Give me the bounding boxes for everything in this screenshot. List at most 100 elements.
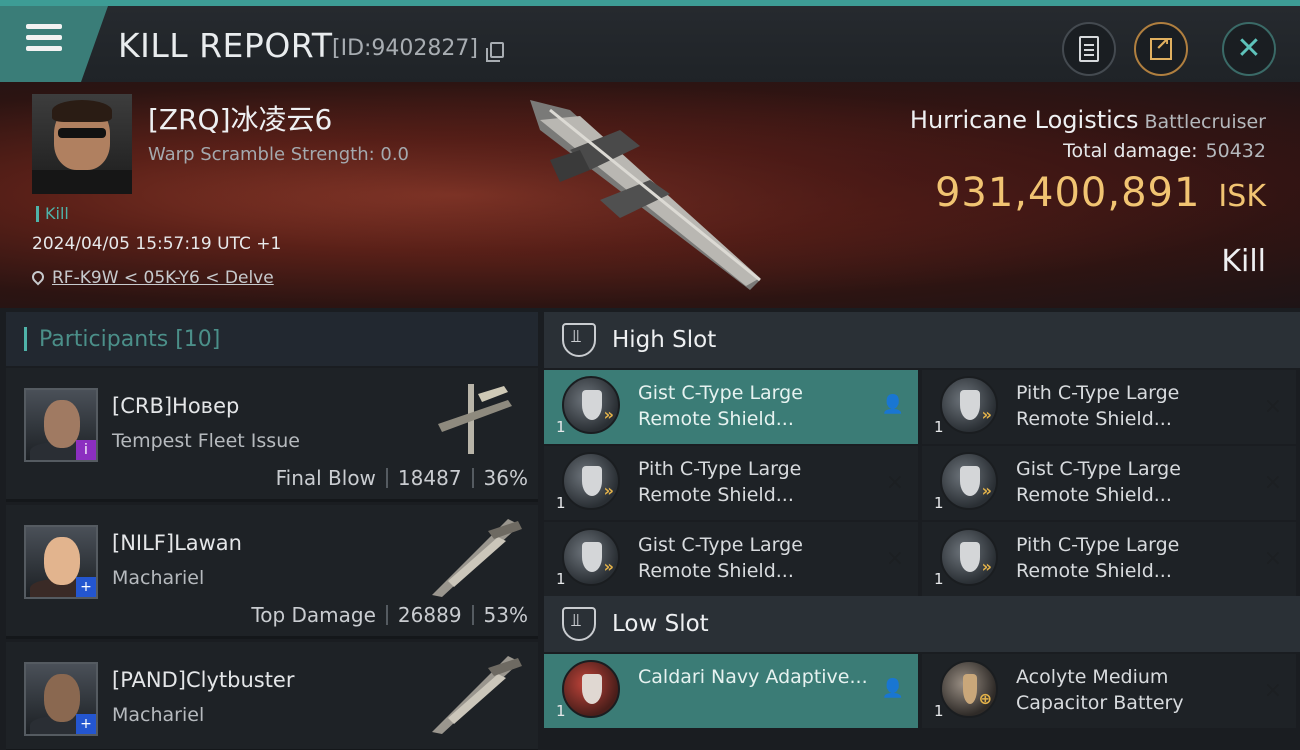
share-button[interactable]	[1134, 22, 1188, 76]
person-icon: 👤	[881, 678, 904, 699]
isk-amount: 931,400,891	[934, 170, 1201, 216]
participant-ship-image	[432, 519, 522, 597]
module-name: Caldari Navy Adaptive...	[638, 666, 868, 688]
participant-damage: 18487	[397, 466, 462, 490]
warp-scramble-strength: Warp Scramble Strength: 0.0	[148, 144, 410, 165]
module-name: Pith C-Type Large Remote Shield...	[1016, 382, 1180, 430]
participant-percent: 36%	[483, 466, 528, 490]
victim-ship-image	[530, 100, 761, 290]
participant-row[interactable]: + [NILF]Lawan Machariel Top Damage 26889 5…	[6, 505, 538, 639]
module-item[interactable]: ⊕ 1 Acolyte Medium Capacitor Battery ×	[922, 654, 1296, 728]
total-damage-label: Total damage:	[1063, 140, 1198, 162]
location-pin-icon	[29, 268, 47, 286]
location-text: RF-K9W < 05K-Y6 < Delve	[52, 268, 274, 288]
participant-name: [PAND]Clytbuster	[112, 668, 295, 692]
participant-row[interactable]: i [CRB]Новер Tempest Fleet Issue Final B…	[6, 368, 538, 502]
total-damage: Total damage: 50432	[1063, 140, 1266, 162]
capacitor-battery-icon: ⊕	[940, 660, 998, 718]
participant-percent: 53%	[483, 603, 528, 627]
menu-icon	[26, 24, 62, 54]
shield-booster-icon: »	[562, 452, 620, 510]
participant-damage: 26889	[397, 603, 462, 627]
kill-location-link[interactable]: RF-K9W < 05K-Y6 < Delve	[29, 268, 274, 288]
total-damage-value: 50432	[1205, 140, 1266, 162]
participant-ship: Tempest Fleet Issue	[112, 430, 300, 452]
module-name: Gist C-Type Large Remote Shield...	[1016, 458, 1181, 506]
module-qty: 1	[556, 494, 566, 512]
hardener-icon	[562, 660, 620, 718]
ship-class: Battlecruiser	[1144, 111, 1266, 133]
module-item[interactable]: » 1 Pith C-Type Large Remote Shield... ×	[922, 370, 1296, 444]
low-slot-icon	[562, 607, 596, 641]
destroyed-icon: ×	[885, 470, 904, 495]
module-qty: 1	[556, 702, 566, 720]
shield-booster-icon: »	[562, 528, 620, 586]
shield-booster-icon: »	[562, 376, 620, 434]
destroyed-icon: ×	[885, 546, 904, 571]
kill-datetime: 2024/04/05 15:57:19 UTC +1	[32, 234, 282, 254]
module-item[interactable]: 1 Caldari Navy Adaptive... 👤	[544, 654, 918, 728]
low-slot-header: Low Slot	[544, 596, 1300, 652]
close-icon: ✕	[1236, 31, 1262, 66]
avatar: i	[24, 388, 98, 462]
module-qty: 1	[934, 494, 944, 512]
module-qty: 1	[934, 570, 944, 588]
participant-ship-image	[432, 656, 522, 734]
high-slot-icon	[562, 323, 596, 357]
ship-name-text: Hurricane Logistics	[909, 106, 1139, 134]
fitting-panel: High Slot » 1 Gist C-Type Large Remote S…	[544, 312, 1300, 750]
badge-icon: +	[76, 577, 96, 597]
participant-row[interactable]: + [PAND]Clytbuster Machariel	[6, 642, 538, 750]
module-name: Acolyte Medium Capacitor Battery	[1016, 666, 1184, 714]
close-button[interactable]: ✕	[1222, 22, 1276, 76]
participant-name: [NILF]Lawan	[112, 531, 242, 555]
copy-icon[interactable]	[486, 42, 504, 62]
clipboard-button[interactable]	[1062, 22, 1116, 76]
destroyed-icon: ×	[1263, 394, 1282, 419]
module-item[interactable]: » 1 Pith C-Type Large Remote Shield... ×	[922, 522, 1296, 596]
participants-label: Participants [10]	[39, 326, 221, 352]
module-qty: 1	[556, 418, 566, 436]
share-icon	[1150, 34, 1172, 60]
avatar: +	[24, 525, 98, 599]
victim-portrait[interactable]	[32, 94, 132, 194]
victim-summary: [ZRQ]冰凌云6 Warp Scramble Strength: 0.0 Ki…	[0, 82, 1300, 308]
participant-role: Top Damage	[251, 603, 376, 627]
module-item[interactable]: » 1 Gist C-Type Large Remote Shield... ×	[922, 446, 1296, 520]
destroyed-icon: ×	[1263, 470, 1282, 495]
victim-name[interactable]: [ZRQ]冰凌云6	[148, 98, 332, 138]
menu-button[interactable]	[0, 6, 108, 82]
destroyed-icon: ×	[1263, 546, 1282, 571]
participant-ship: Machariel	[112, 567, 205, 589]
participant-stats: Top Damage 26889 53%	[251, 603, 528, 627]
participant-stats: Final Blow 18487 36%	[276, 466, 528, 490]
module-qty: 1	[934, 418, 944, 436]
kill-tag: Kill	[36, 206, 69, 222]
shield-booster-icon: »	[940, 376, 998, 434]
participants-header[interactable]: Participants [10]	[6, 312, 538, 366]
module-item[interactable]: » 1 Gist C-Type Large Remote Shield... ×	[544, 522, 918, 596]
participant-role: Final Blow	[275, 466, 376, 490]
high-slot-label: High Slot	[612, 327, 717, 353]
top-bar: KILL REPORT [ID:9402827] ✕	[0, 0, 1300, 82]
module-name: Pith C-Type Large Remote Shield...	[1016, 534, 1180, 582]
participant-name: [CRB]Новер	[112, 394, 240, 418]
page-title: KILL REPORT	[118, 26, 333, 65]
module-item[interactable]: » 1 Pith C-Type Large Remote Shield... ×	[544, 446, 918, 520]
result-label: Kill	[1221, 244, 1266, 279]
destroyed-icon: ×	[1263, 678, 1282, 703]
participant-ship: Machariel	[112, 704, 205, 726]
shield-booster-icon: »	[940, 528, 998, 586]
participants-panel: Participants [10] i [CRB]Новер Tempest F…	[6, 312, 538, 750]
module-item[interactable]: » 1 Gist C-Type Large Remote Shield... 👤	[544, 370, 918, 444]
badge-icon: +	[76, 714, 96, 734]
clipboard-icon	[1079, 36, 1099, 62]
victim-ship-name[interactable]: Hurricane Logistics Battlecruiser	[910, 106, 1266, 134]
module-name: Pith C-Type Large Remote Shield...	[638, 458, 802, 506]
badge-icon: i	[76, 440, 96, 460]
module-qty: 1	[556, 570, 566, 588]
module-name: Gist C-Type Large Remote Shield...	[638, 534, 803, 582]
isk-unit: ISK	[1218, 179, 1266, 214]
module-qty: 1	[934, 702, 944, 720]
avatar: +	[24, 662, 98, 736]
